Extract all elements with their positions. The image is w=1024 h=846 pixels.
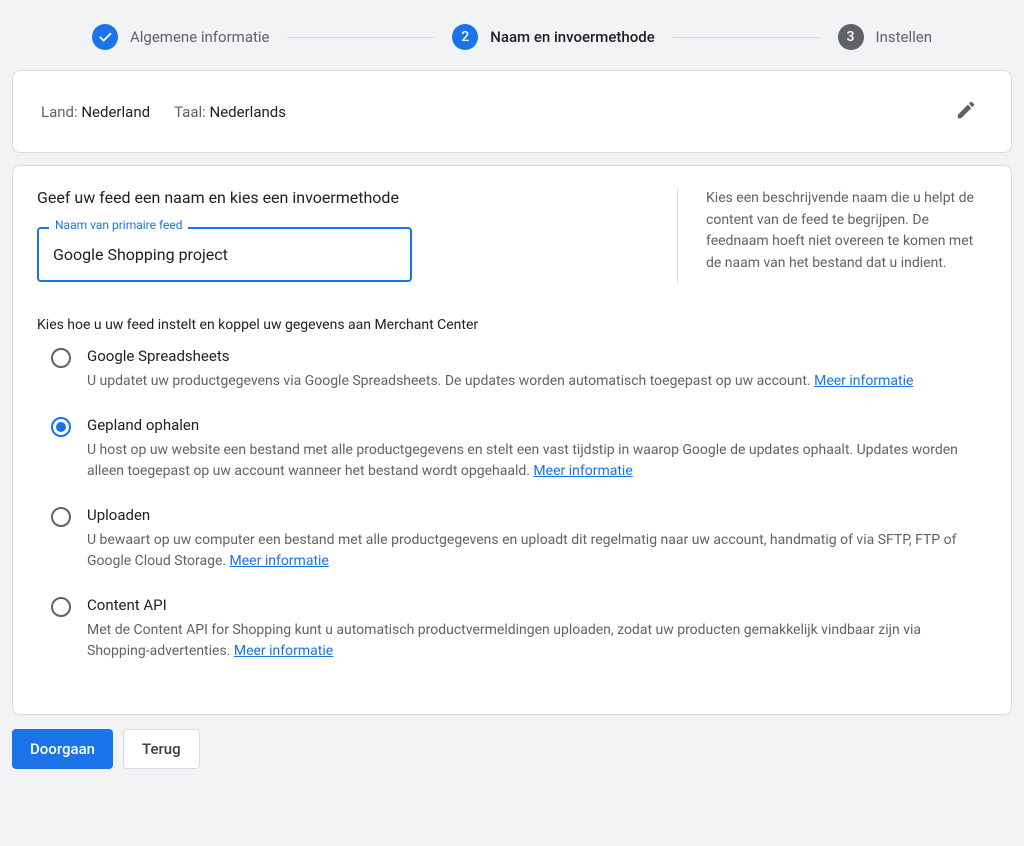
step-number-icon: 2 [452,24,478,50]
field-legend: Naam van primaire feed [49,218,188,232]
step-label: Naam en invoermethode [490,28,655,46]
summary-card: Land: Nederland Taal: Nederlands [12,70,1012,153]
radio-title: Gepland ophalen [87,416,987,434]
language-label: Taal: [174,103,206,121]
radio-title: Content API [87,596,987,614]
radio-icon[interactable] [51,597,71,617]
more-info-link[interactable]: Meer informatie [533,463,632,479]
continue-button[interactable]: Doorgaan [12,729,113,769]
button-row: Doorgaan Terug [12,729,1012,769]
stepper: Algemene informatie 2 Naam en invoermeth… [12,12,1012,70]
radio-title: Google Spreadsheets [87,347,987,365]
help-text: Kies een beschrijvende naam die u helpt … [706,190,974,271]
radio-body: Google Spreadsheets U updatet uw productg… [87,347,987,392]
step-connector [287,37,434,38]
main-card: Geef uw feed een naam en kies een invoer… [12,165,1012,715]
radio-body: Content API Met de Content API for Shoppi… [87,596,987,662]
country-summary: Land: Nederland [41,103,150,121]
radio-description: Met de Content API for Shopping kunt u a… [87,620,987,662]
radio-body: Gepland ophalen U host op uw website een … [87,416,987,482]
radio-option[interactable]: Gepland ophalen U host op uw website een … [37,416,987,482]
checkmark-icon [92,24,118,50]
radio-description: U updatet uw productgegevens via Google … [87,371,987,392]
summary-text: Land: Nederland Taal: Nederlands [41,103,286,121]
back-button[interactable]: Terug [123,729,200,769]
step-setup[interactable]: 3 Instellen [838,24,933,50]
help-panel: Kies een beschrijvende naam die u helpt … [677,188,987,283]
radio-description: U bewaart op uw computer een bestand met… [87,530,987,572]
edit-button[interactable] [949,93,983,130]
feed-name-field-wrap: Naam van primaire feed [37,227,412,282]
section-heading: Geef uw feed een naam en kies een invoer… [37,188,677,207]
step-connector [673,37,820,38]
radio-option[interactable]: Google Spreadsheets U updatet uw productg… [37,347,987,392]
country-value: Nederland [81,103,150,121]
radio-body: Uploaden U bewaart op uw computer een bes… [87,506,987,572]
more-info-link[interactable]: Meer informatie [814,373,913,389]
radio-option[interactable]: Content API Met de Content API for Shoppi… [37,596,987,662]
language-value: Nederlands [210,103,286,121]
step-general-info[interactable]: Algemene informatie [92,24,269,50]
radio-description: U host op uw website een bestand met all… [87,440,987,482]
more-info-link[interactable]: Meer informatie [230,553,329,569]
radio-group: Google Spreadsheets U updatet uw productg… [37,347,987,662]
language-summary: Taal: Nederlands [174,103,286,121]
radio-icon[interactable] [51,417,71,437]
step-label: Algemene informatie [130,28,269,46]
radio-icon[interactable] [51,348,71,368]
pencil-icon [955,99,977,121]
feed-name-input[interactable] [37,227,412,282]
country-label: Land: [41,103,78,121]
radio-icon[interactable] [51,507,71,527]
input-method-subheading: Kies hoe u uw feed instelt en koppel uw … [37,317,987,333]
radio-title: Uploaden [87,506,987,524]
radio-option[interactable]: Uploaden U bewaart op uw computer een bes… [37,506,987,572]
step-name-input-method[interactable]: 2 Naam en invoermethode [452,24,655,50]
step-label: Instellen [876,28,933,46]
more-info-link[interactable]: Meer informatie [234,643,333,659]
step-number-icon: 3 [838,24,864,50]
